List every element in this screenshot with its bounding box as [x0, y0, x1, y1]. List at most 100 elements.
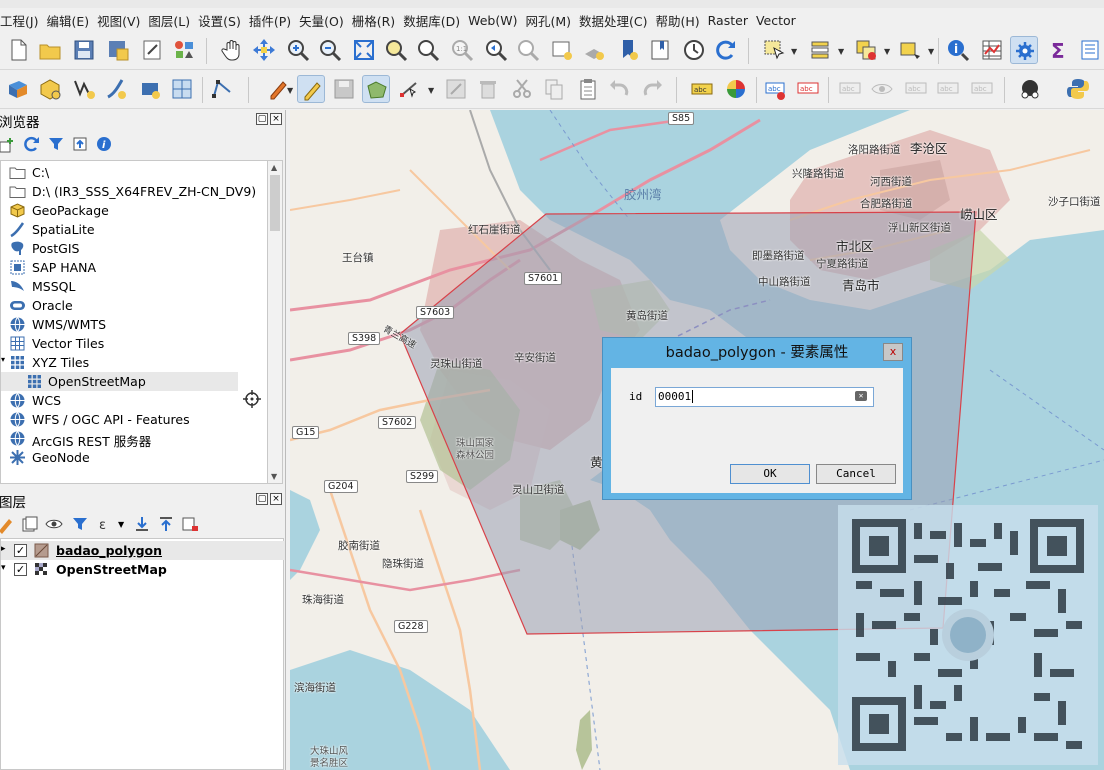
scroll-down-icon[interactable]: ▼	[271, 472, 277, 481]
browser-item[interactable]: WCS	[1, 391, 267, 410]
new-shapefile-icon[interactable]	[70, 75, 98, 103]
show-bookmarks-icon[interactable]	[646, 36, 674, 64]
browser-item[interactable]: WFS / OGC API - Features	[1, 410, 267, 429]
browser-item[interactable]: WMS/WMTS	[1, 315, 267, 334]
browser-item[interactable]: Oracle	[1, 296, 267, 315]
browser-item[interactable]: PostGIS	[1, 239, 267, 258]
menu-edit[interactable]: 编辑(E)	[46, 11, 97, 30]
data-source-manager-icon[interactable]	[4, 75, 32, 103]
expand-all-icon[interactable]	[132, 514, 152, 534]
menu-mesh[interactable]: 网孔(M)	[525, 11, 579, 30]
zoom-native-icon[interactable]: 1:1	[448, 36, 476, 64]
cancel-button[interactable]: Cancel	[816, 464, 896, 484]
add-polygon-icon[interactable]	[362, 75, 390, 103]
browser-item[interactable]: D:\ (IR3_SSS_X64FREV_ZH-CN_DV9)	[1, 182, 267, 201]
new-geopackage-icon[interactable]	[36, 75, 64, 103]
delete-selected-icon[interactable]	[474, 75, 502, 103]
refresh-browser-icon[interactable]	[22, 134, 42, 154]
cut-features-icon[interactable]	[508, 75, 536, 103]
menu-vector[interactable]: 矢量(O)	[299, 11, 352, 30]
browser-item[interactable]: MSSQL	[1, 277, 267, 296]
collapse-layers-icon[interactable]	[156, 514, 176, 534]
browser-item[interactable]: GeoNode	[1, 448, 267, 467]
diagram-options-icon[interactable]	[722, 75, 750, 103]
open-project-icon[interactable]	[36, 36, 64, 64]
print-layout-icon[interactable]	[138, 36, 166, 64]
menu-layer[interactable]: 图层(L)	[148, 11, 198, 30]
zoom-next-icon[interactable]	[514, 36, 542, 64]
float-panel-icon[interactable]: ▢	[256, 493, 268, 505]
browser-scrollbar[interactable]: ▲ ▼	[268, 160, 283, 484]
zoom-in-icon[interactable]	[284, 36, 312, 64]
menu-help[interactable]: 帮助(H)	[655, 11, 707, 30]
browser-item[interactable]: C:\	[1, 163, 267, 182]
coordinate-capture-icon[interactable]	[1016, 75, 1044, 103]
float-panel-icon[interactable]: ▢	[256, 113, 268, 125]
browser-item[interactable]: SpatiaLite	[1, 220, 267, 239]
style-manager-icon[interactable]	[170, 36, 198, 64]
dialog-close-button[interactable]: x	[883, 343, 903, 361]
layer-row-openstreetmap[interactable]: ▾ ✓ OpenStreetMap	[1, 560, 285, 579]
save-project-icon[interactable]	[70, 36, 98, 64]
deselect-features-icon[interactable]	[852, 36, 880, 64]
browser-item[interactable]: Vector Tiles	[1, 334, 267, 353]
id-field-input[interactable]: 00001 ✕	[655, 387, 874, 407]
filter-browser-icon[interactable]	[46, 134, 66, 154]
toggle-editing-icon[interactable]	[297, 75, 325, 103]
new-project-icon[interactable]	[4, 36, 32, 64]
paste-features-icon[interactable]	[574, 75, 602, 103]
processing-toolbox-icon[interactable]	[1010, 36, 1038, 64]
scroll-up-icon[interactable]: ▲	[271, 163, 277, 172]
browser-item[interactable]: ArcGIS REST 服务器	[1, 429, 267, 449]
new-virtual-layer-icon[interactable]	[136, 75, 164, 103]
new-temp-layer-icon[interactable]	[168, 75, 196, 103]
pan-to-selection-icon[interactable]	[250, 36, 278, 64]
layer-styling-icon[interactable]	[0, 514, 16, 534]
layer-visibility-checkbox[interactable]: ✓	[14, 544, 27, 557]
remove-layer-icon[interactable]	[180, 514, 200, 534]
vertex-tool-icon[interactable]	[396, 75, 424, 103]
filter-expression-icon[interactable]: ε	[96, 514, 116, 534]
copy-features-icon[interactable]	[540, 75, 568, 103]
browser-item[interactable]: GeoPackage	[1, 201, 267, 220]
select-features-icon[interactable]	[760, 36, 788, 64]
select-by-value-icon[interactable]	[806, 36, 834, 64]
new-3d-view-icon[interactable]	[580, 36, 608, 64]
close-panel-icon[interactable]: ×	[270, 493, 282, 505]
text-annotation-icon[interactable]	[1076, 36, 1104, 64]
pan-map-icon[interactable]	[218, 36, 246, 64]
chevron-down-icon[interactable]: ▼	[928, 47, 934, 56]
layer-visibility-checkbox[interactable]: ✓	[14, 563, 27, 576]
filter-legend-icon[interactable]	[70, 514, 90, 534]
close-panel-icon[interactable]: ×	[270, 113, 282, 125]
add-selected-layers-icon[interactable]	[0, 134, 18, 154]
undo-icon[interactable]	[606, 75, 634, 103]
save-as-icon[interactable]	[104, 36, 132, 64]
new-map-view-icon[interactable]	[548, 36, 576, 64]
scrollbar-thumb[interactable]	[270, 175, 280, 231]
select-location-icon[interactable]	[896, 36, 924, 64]
menu-database[interactable]: 数据库(D)	[403, 11, 468, 30]
expand-arrow-icon[interactable]: ▾	[1, 355, 5, 364]
chevron-down-icon[interactable]: ▼	[838, 47, 844, 56]
layer-row-badao-polygon[interactable]: ▸ ✓ badao_polygon	[1, 541, 285, 560]
attribute-table-icon[interactable]	[978, 36, 1006, 64]
menu-web[interactable]: Web(W)	[468, 13, 525, 28]
manage-visibility-icon[interactable]	[44, 514, 64, 534]
new-spatialite-icon[interactable]	[102, 75, 130, 103]
browser-item[interactable]: SAP HANA	[1, 258, 267, 277]
save-edits-icon[interactable]	[330, 75, 358, 103]
zoom-to-layer-icon[interactable]	[414, 36, 442, 64]
menu-view[interactable]: 视图(V)	[97, 11, 148, 30]
rotate-label-icon[interactable]: abc	[934, 75, 962, 103]
chevron-down-icon[interactable]: ▼	[884, 47, 890, 56]
menu-project[interactable]: 工程(J)	[0, 11, 46, 30]
chevron-down-icon[interactable]: ▼	[287, 86, 293, 95]
statistics-icon[interactable]: Σ	[1044, 36, 1072, 64]
add-group-icon[interactable]	[20, 514, 40, 534]
menu-settings[interactable]: 设置(S)	[198, 11, 249, 30]
menu-raster-plugin[interactable]: Raster	[708, 13, 756, 28]
menu-processing[interactable]: 数据处理(C)	[579, 11, 655, 30]
zoom-to-selection-icon[interactable]	[382, 36, 410, 64]
label-toolbar-icon[interactable]: abc	[688, 75, 716, 103]
